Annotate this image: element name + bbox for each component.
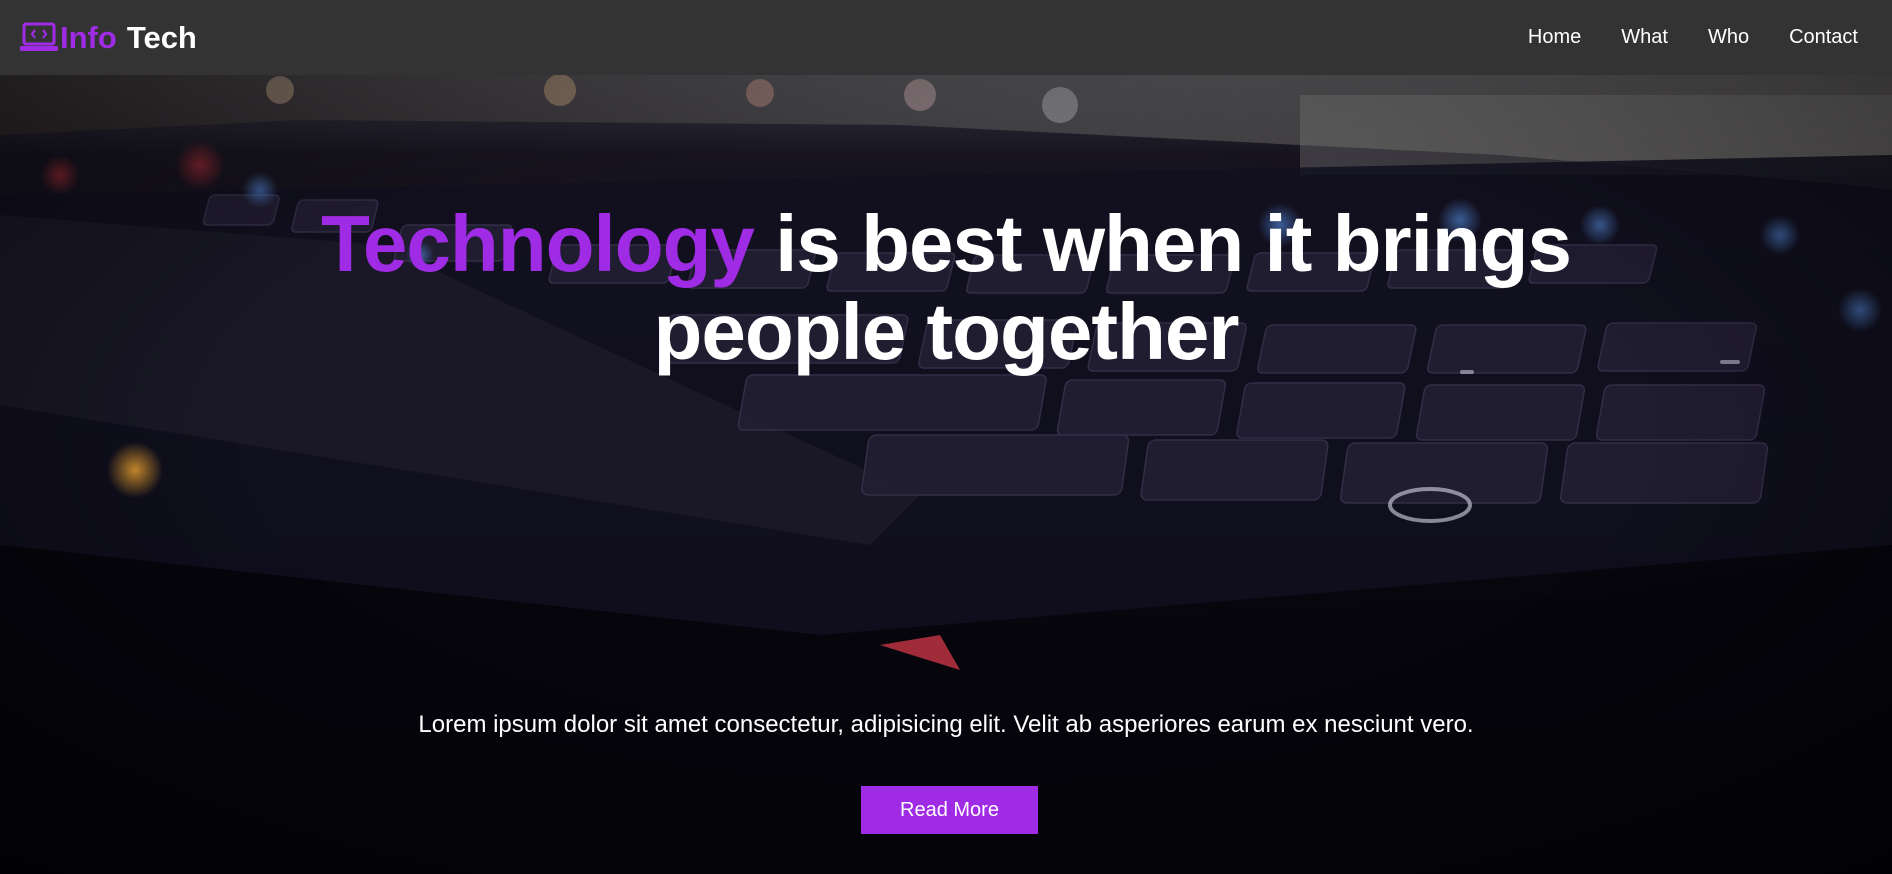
laptop-code-icon xyxy=(20,21,58,55)
nav-item-what: What xyxy=(1601,26,1688,49)
brand-logo[interactable]: Info Tech xyxy=(20,20,197,56)
nav-link-home[interactable]: Home xyxy=(1508,26,1601,49)
navbar: Info Tech Home What Who Contact xyxy=(0,0,1892,75)
hero-title-accent: Technology xyxy=(320,199,755,288)
hero-section: Technology is best when it brings people… xyxy=(0,75,1892,874)
hero-title-line-2: people together xyxy=(653,287,1239,376)
hero-title-rest: is best when it brings xyxy=(753,199,1572,288)
nav-item-contact: Contact xyxy=(1769,26,1858,49)
hero-background-image xyxy=(0,75,1892,874)
hero-title-line-1: Technology is best when it brings xyxy=(0,200,1892,288)
nav-item-who: Who xyxy=(1688,26,1769,49)
nav-item-home: Home xyxy=(1508,26,1601,49)
hero-title: Technology is best when it brings people… xyxy=(0,200,1892,376)
nav-link-who[interactable]: Who xyxy=(1688,26,1769,49)
brand-name-info: Info xyxy=(60,19,117,55)
nav-link-contact[interactable]: Contact xyxy=(1769,26,1858,49)
read-more-button[interactable]: Read More xyxy=(861,786,1038,834)
hero-description: Lorem ipsum dolor sit amet consectetur, … xyxy=(418,711,1474,738)
nav-menu: Home What Who Contact xyxy=(1508,26,1858,49)
nav-link-what[interactable]: What xyxy=(1601,26,1688,49)
brand-name-tech: Tech xyxy=(126,19,197,55)
